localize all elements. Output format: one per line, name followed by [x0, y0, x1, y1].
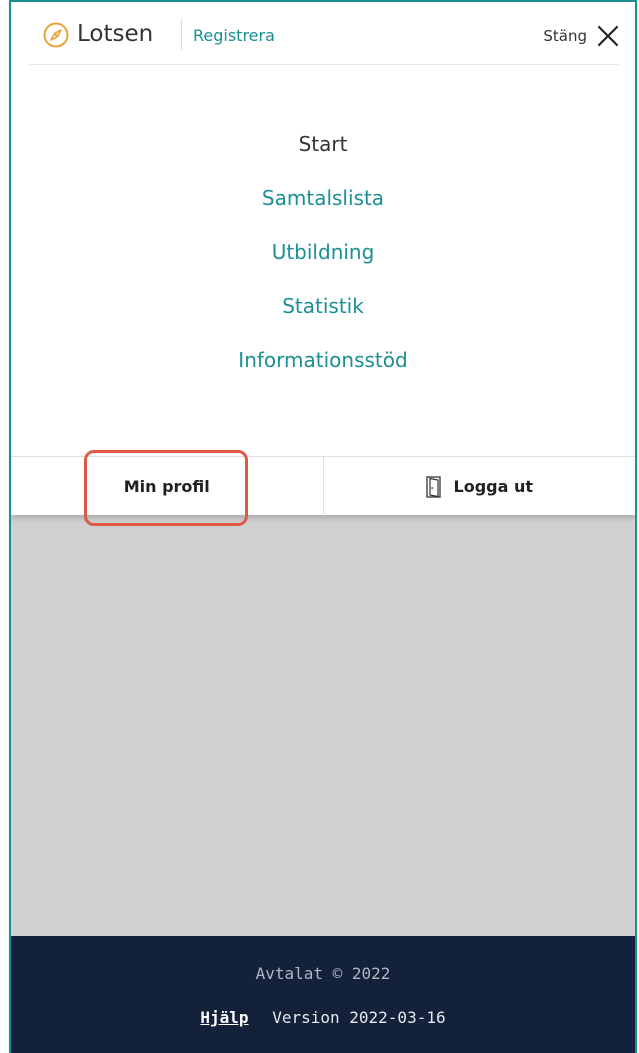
register-link[interactable]: Registrera: [193, 26, 275, 45]
compass-icon[interactable]: [43, 22, 69, 48]
close-label: Stäng: [543, 27, 587, 45]
version-text: Version 2022-03-16: [272, 1008, 446, 1027]
nav-item-informationsstod[interactable]: Informationsstöd: [11, 333, 635, 387]
close-icon[interactable]: [597, 25, 619, 47]
nav-item-utbildning[interactable]: Utbildning: [11, 225, 635, 279]
nav-item-samtalslista[interactable]: Samtalslista: [11, 171, 635, 225]
footer-links: Hjälp Version 2022-03-16: [11, 1008, 635, 1027]
main-nav: Start Samtalslista Utbildning Statistik …: [11, 117, 635, 387]
door-icon: [425, 475, 441, 498]
nav-item-statistik[interactable]: Statistik: [11, 279, 635, 333]
logout-label: Logga ut: [453, 477, 534, 496]
close-button[interactable]: Stäng: [543, 22, 619, 50]
brand-name[interactable]: Lotsen: [77, 21, 153, 47]
copyright-text: Avtalat © 2022: [255, 964, 391, 983]
header-divider: [181, 19, 182, 50]
top-bar: Lotsen Registrera Stäng: [29, 2, 619, 65]
footer: Avtalat © 2022 Hjälp Version 2022-03-16: [11, 936, 635, 1053]
highlight-box: [84, 450, 248, 526]
app-frame: Lotsen Registrera Stäng Start Samtalslis…: [9, 0, 637, 1053]
menu-panel: Lotsen Registrera Stäng Start Samtalslis…: [11, 2, 636, 516]
help-link[interactable]: Hjälp: [200, 1008, 248, 1027]
logout-button[interactable]: Logga ut: [324, 457, 636, 516]
nav-item-start[interactable]: Start: [11, 117, 635, 171]
